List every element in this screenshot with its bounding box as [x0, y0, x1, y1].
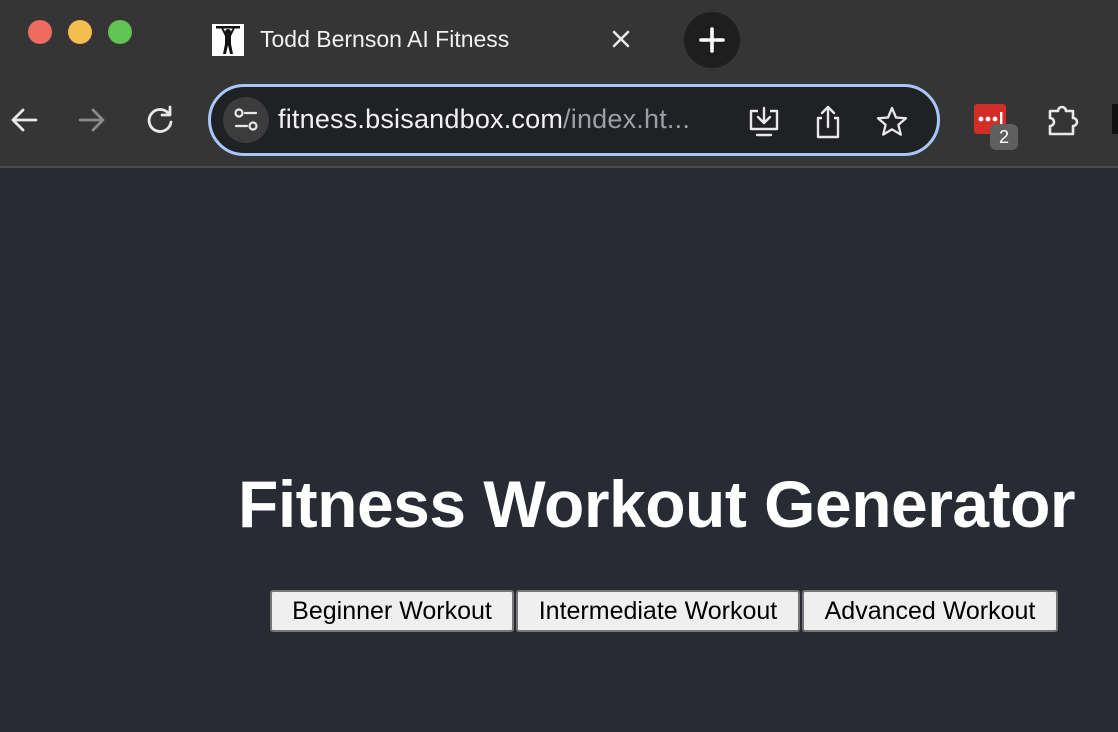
reload-icon: [147, 105, 173, 133]
plus-icon: [699, 27, 725, 53]
beginner-workout-button[interactable]: Beginner Workout: [270, 590, 514, 632]
new-tab-button[interactable]: [684, 12, 740, 68]
page-content: Fitness Workout Generator Beginner Worko…: [0, 168, 1118, 732]
tab-title: Todd Bernson AI Fitness: [260, 26, 510, 52]
intermediate-workout-button[interactable]: Intermediate Workout: [516, 590, 800, 632]
star-icon: [876, 106, 908, 136]
url-host: fitness.bsisandbox.com: [278, 104, 564, 134]
forward-button[interactable]: [72, 100, 112, 140]
tab-active[interactable]: Todd Bernson AI Fitness: [196, 10, 644, 70]
share-icon: [816, 105, 840, 139]
window-minimize-button[interactable]: [68, 20, 92, 44]
bookmark-button[interactable]: [873, 103, 911, 141]
puzzle-icon: [1048, 105, 1079, 136]
close-icon[interactable]: [606, 24, 636, 54]
advanced-workout-button[interactable]: Advanced Workout: [802, 590, 1058, 632]
share-button[interactable]: [809, 103, 847, 141]
favicon-icon: [212, 24, 244, 56]
url-path: /index.ht...: [563, 104, 691, 134]
address-bar[interactable]: fitness.bsisandbox.com/index.ht...: [208, 84, 940, 156]
url-text[interactable]: fitness.bsisandbox.com/index.ht...: [278, 104, 690, 135]
browser-chrome: Todd Bernson AI Fitness fitness.bsisandb…: [0, 0, 1118, 168]
arrow-left-icon: [11, 108, 38, 132]
tab-strip: Todd Bernson AI Fitness: [0, 0, 1118, 80]
install-app-icon: [749, 106, 779, 137]
site-info-button[interactable]: [223, 97, 269, 143]
arrow-right-icon: [78, 108, 105, 132]
tune-icon: [234, 108, 258, 131]
install-app-button[interactable]: [745, 103, 783, 141]
back-button[interactable]: [4, 100, 44, 140]
toolbar-edge: [1112, 104, 1118, 134]
toolbar: fitness.bsisandbox.com/index.ht...: [0, 80, 1118, 166]
page-title: Fitness Workout Generator: [238, 467, 1076, 541]
extensions-button[interactable]: [1042, 98, 1086, 142]
extension-badge: 2: [990, 124, 1018, 150]
reload-button[interactable]: [140, 100, 180, 140]
window-zoom-button[interactable]: [108, 20, 132, 44]
window-close-button[interactable]: [28, 20, 52, 44]
